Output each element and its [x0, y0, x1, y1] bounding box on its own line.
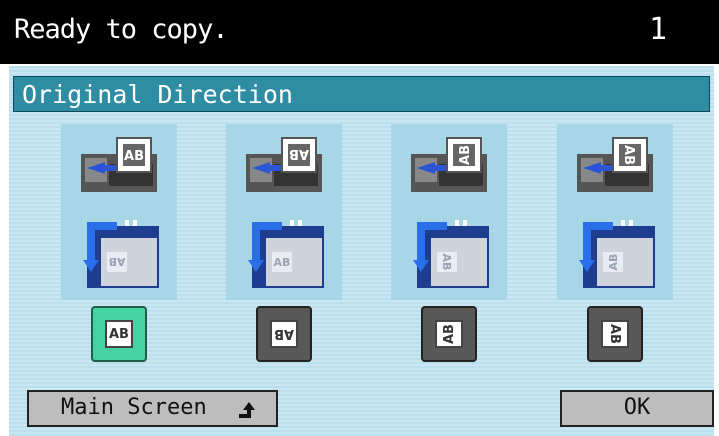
return-arrow-icon	[239, 402, 255, 418]
orientation-button-4[interactable]: AB	[587, 306, 643, 362]
panel-title-bar: Original Direction	[13, 76, 710, 112]
orientation-glyph-icon: AB	[601, 320, 629, 348]
svg-text:AB: AB	[274, 256, 291, 269]
orientation-glyph-icon: AB	[435, 320, 463, 348]
copy-output-rotation-icon: AB	[83, 220, 159, 288]
svg-text:AB: AB	[109, 255, 126, 268]
status-message: Ready to copy.	[14, 14, 229, 45]
orientation-glyph-icon: AB	[105, 320, 133, 348]
original-on-glass-icon: AB	[246, 137, 322, 192]
svg-text:AB: AB	[607, 254, 620, 271]
original-direction-panel: Original Direction AB AB AB AB AB AB AB …	[9, 66, 714, 436]
svg-text:AB: AB	[458, 145, 473, 165]
copy-output-rotation-icon: AB	[248, 220, 324, 288]
orientation-button-1[interactable]: AB	[91, 306, 147, 362]
copy-count: 1	[648, 12, 667, 47]
main-screen-button[interactable]: Main Screen	[27, 390, 278, 427]
svg-text:AB: AB	[289, 146, 309, 161]
svg-text:AB: AB	[440, 254, 453, 271]
svg-text:AB: AB	[124, 149, 144, 164]
orientation-button-2[interactable]: AB	[256, 306, 312, 362]
orientation-glyph-icon: AB	[270, 320, 298, 348]
orientation-option-4[interactable]: AB AB	[557, 124, 673, 300]
orientation-button-3[interactable]: AB	[421, 306, 477, 362]
ok-button[interactable]: OK	[560, 390, 714, 427]
panel-title: Original Direction	[22, 80, 293, 109]
ok-label: OK	[623, 395, 651, 420]
orientation-option-3[interactable]: AB AB	[391, 124, 507, 300]
orientation-option-2[interactable]: AB AB	[226, 124, 342, 300]
original-on-glass-icon: AB	[577, 137, 653, 192]
orientation-option-1[interactable]: AB AB	[61, 124, 177, 300]
original-on-glass-icon: AB	[411, 137, 487, 192]
copy-output-rotation-icon: AB	[413, 220, 489, 288]
status-bar: Ready to copy. 1	[0, 0, 719, 64]
svg-text:AB: AB	[621, 145, 636, 165]
main-screen-label: Main Screen	[61, 395, 207, 420]
original-on-glass-icon: AB	[81, 137, 157, 192]
copy-output-rotation-icon: AB	[579, 220, 655, 288]
